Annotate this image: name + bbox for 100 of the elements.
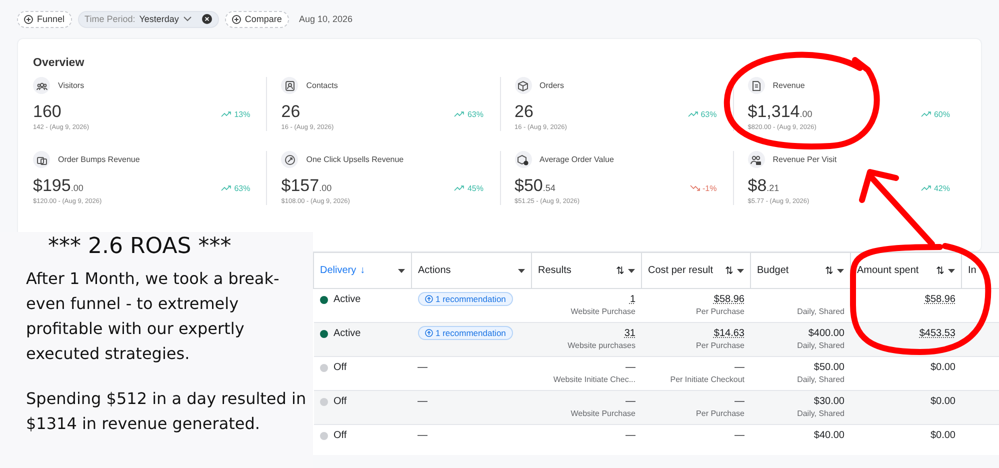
column-header[interactable]: Results [538, 265, 572, 276]
status-label: Off [334, 430, 347, 441]
table-cell: — [418, 396, 428, 407]
budget-value: $40.00 [814, 430, 844, 441]
column-header[interactable]: Delivery ↓ [320, 265, 366, 276]
spent-value: $0.00 [930, 362, 956, 373]
box-icon [514, 77, 532, 94]
cell-caption: Daily, Shared [796, 409, 844, 418]
column-header[interactable]: In [968, 265, 976, 276]
recommendation-badge[interactable]: 1 recommendation [418, 326, 513, 340]
table-cell: — [418, 430, 428, 441]
metric-value: 160 [33, 102, 62, 122]
budget-value: $400.00 [808, 328, 844, 339]
metric-label: Orders [540, 81, 564, 90]
change-label: 13% [234, 110, 250, 118]
cost-value[interactable]: $58.96 [714, 294, 744, 305]
metric-value: 26 [281, 102, 300, 122]
results-value: — [626, 396, 636, 407]
cell-caption: Website Purchase [570, 409, 636, 418]
box-badge-icon [514, 151, 532, 168]
filter-button[interactable]: Funnel [17, 10, 72, 28]
section-title: Overview [33, 57, 86, 69]
metric-label: Average Order Value [540, 155, 614, 164]
metric-value: $8.21 [748, 176, 780, 196]
contact-card-icon [281, 77, 298, 94]
change-label: 63% [467, 110, 484, 118]
table-cell: — [418, 362, 428, 373]
filter-button[interactable]: Compare [224, 10, 289, 28]
results-value[interactable]: 1 [630, 294, 636, 305]
budget-value: $50.00 [814, 362, 844, 373]
promo-heading: *** 2.6 ROAS *** [48, 233, 232, 261]
recommendation-badge[interactable]: 1 recommendation [418, 292, 513, 306]
people-icon [33, 77, 50, 94]
metric-label: Contacts [306, 81, 338, 90]
metric-label: Revenue Per Visit [772, 155, 837, 164]
cell-caption: Per Purchase [695, 409, 744, 418]
caret-icon[interactable] [737, 268, 744, 272]
spent-value: $0.00 [930, 430, 956, 441]
results-value: — [626, 362, 636, 373]
promo-paragraph: After 1 Month, we took a break-even funnel - to extremely profitable with our expertly executed strategies. [26, 268, 280, 365]
sort-label[interactable]: ⇅ [936, 264, 944, 276]
budget-value: $30.00 [814, 396, 844, 407]
metric-value: $50.54 [514, 176, 556, 196]
clear-icon[interactable] [202, 14, 212, 24]
receipt-icon [748, 77, 765, 94]
add-icon [24, 14, 33, 24]
people-wallet-icon [748, 151, 765, 168]
column-header[interactable]: Actions [418, 265, 451, 276]
metric-value: 26 [514, 102, 534, 122]
spent-value[interactable]: $58.96 [924, 294, 956, 305]
caret-icon[interactable] [948, 268, 955, 272]
time-period-filter[interactable]: Time Period: Yesterday [78, 10, 219, 28]
change-label: 60% [934, 110, 950, 118]
status-label: Active [334, 328, 361, 339]
cell-caption: Daily, Shared [796, 375, 844, 384]
cost-value[interactable]: $14.63 [714, 328, 744, 339]
cell-caption: Daily, Shared [796, 341, 844, 350]
cell-caption: Per Purchase [695, 307, 744, 316]
cell-caption: Website Purchase [570, 307, 636, 316]
caret-icon[interactable] [398, 268, 405, 272]
cost-value: — [734, 430, 744, 441]
cost-value: — [734, 362, 744, 373]
sort-label[interactable]: ⇅ [825, 264, 833, 276]
metric-label: Order Bumps Revenue [58, 155, 140, 164]
stacked-boxes-icon [33, 151, 50, 168]
cell-caption: Website Initiate Chec... [552, 375, 636, 384]
column-header[interactable]: Budget [757, 265, 789, 276]
metric-label: One Click Upsells Revenue [306, 155, 404, 164]
compass-icon [281, 151, 298, 168]
sort-label[interactable]: ⇅ [616, 264, 624, 276]
cost-value: — [734, 396, 744, 407]
caret-icon[interactable] [837, 268, 844, 272]
metric-value: $195.00 [33, 176, 84, 196]
sort-label[interactable]: ⇅ [725, 264, 733, 276]
cell-caption: Per Purchase [695, 341, 744, 350]
chevron-down-icon [182, 16, 192, 22]
change-label: 63% [700, 110, 717, 118]
promo-paragraph: Spending $512 in a day resulted in $1314 in revenue generated. [26, 388, 308, 435]
arrow-up-icon [424, 295, 432, 303]
change-label: 42% [934, 184, 950, 192]
caret-icon[interactable] [518, 268, 525, 272]
change-label: 45% [467, 184, 484, 192]
metric-label: Revenue [772, 81, 805, 90]
status-label: Off [334, 362, 347, 373]
cell-caption: Daily, Shared [796, 307, 844, 316]
spent-value[interactable]: $453.53 [919, 328, 956, 339]
change-label: 63% [234, 184, 250, 192]
arrow-up-icon [424, 329, 432, 337]
column-header[interactable]: Cost per result [648, 265, 714, 276]
spent-value: $0.00 [930, 396, 956, 407]
date-label: Aug 10, 2026 [298, 14, 352, 24]
caret-icon[interactable] [628, 268, 635, 272]
change-label: -1% [702, 184, 717, 192]
cell-caption: Per Initiate Checkout [669, 375, 744, 384]
results-value[interactable]: 31 [624, 328, 636, 339]
results-value: — [626, 430, 636, 441]
status-label: Active [334, 294, 361, 305]
column-header[interactable]: Amount spent [857, 265, 919, 276]
metric-value: $157.00 [281, 176, 332, 196]
metric-value: $1,314.00 [748, 102, 812, 122]
